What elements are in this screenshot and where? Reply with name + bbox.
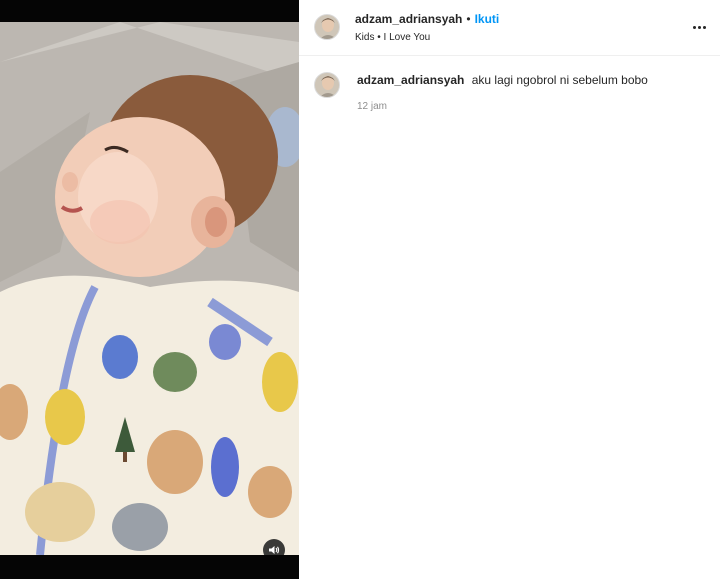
author-avatar[interactable]	[314, 14, 340, 40]
separator-dot: •	[466, 12, 471, 26]
header-text: adzam_adriansyah • Ikuti Kids • I Love Y…	[355, 12, 499, 43]
caption-avatar[interactable]	[314, 72, 340, 98]
caption-body: adzam_adriansyah aku lagi ngobrol ni seb…	[357, 73, 707, 112]
letterbox-bottom	[0, 555, 299, 579]
more-dot	[697, 25, 701, 29]
post-sidebar: adzam_adriansyah • Ikuti Kids • I Love Y…	[299, 0, 720, 579]
video-still-baby	[0, 22, 299, 555]
author-username[interactable]: adzam_adriansyah	[355, 12, 462, 26]
sound-toggle-button[interactable]	[263, 539, 285, 555]
post-header: adzam_adriansyah • Ikuti Kids • I Love Y…	[299, 0, 720, 56]
more-horizontal-icon	[692, 25, 696, 29]
post-location[interactable]: Kids • I Love You	[355, 32, 499, 43]
caption-line: adzam_adriansyah aku lagi ngobrol ni seb…	[357, 73, 707, 87]
caption-text: aku lagi ngobrol ni sebelum bobo	[471, 73, 648, 87]
instagram-post-page: adzam_adriansyah • Ikuti Kids • I Love Y…	[0, 0, 720, 579]
follow-button[interactable]: Ikuti	[475, 12, 500, 26]
speaker-icon	[269, 546, 280, 554]
more-dot	[702, 25, 706, 29]
video-player[interactable]	[0, 22, 299, 555]
more-options-button[interactable]	[688, 18, 710, 36]
letterbox-top	[0, 0, 299, 22]
avatar-image	[315, 73, 339, 97]
caption-username[interactable]: adzam_adriansyah	[357, 73, 464, 87]
post-media	[0, 0, 299, 579]
caption-timestamp[interactable]: 12 jam	[357, 101, 707, 112]
avatar-image	[315, 15, 339, 39]
header-row: adzam_adriansyah • Ikuti	[355, 12, 499, 26]
